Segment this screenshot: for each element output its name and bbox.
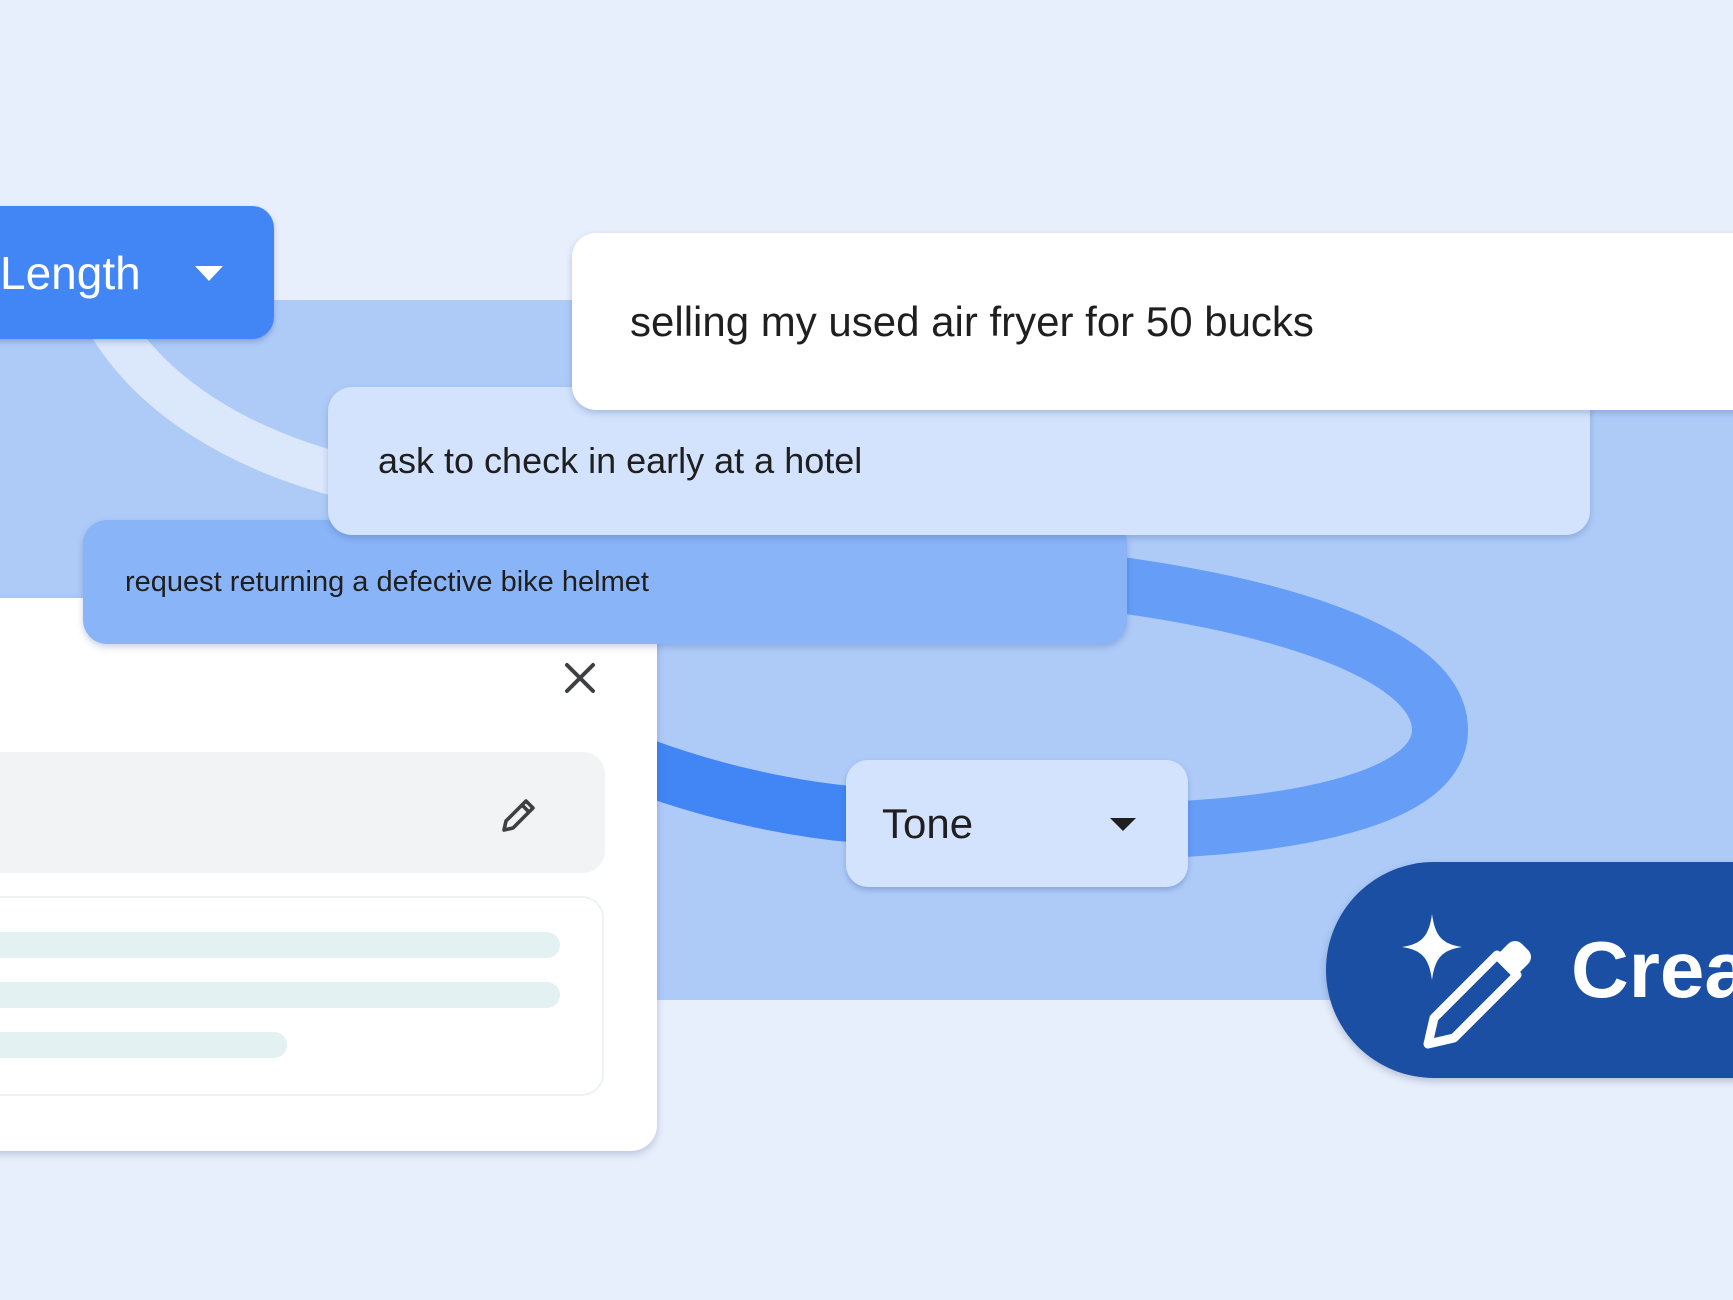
tone-dropdown-label: Tone bbox=[882, 799, 974, 847]
create-button[interactable]: Create bbox=[1326, 862, 1733, 1078]
left-ring-segment bbox=[630, 738, 863, 843]
upper-connector-curve bbox=[91, 313, 365, 502]
placeholder-line bbox=[0, 932, 560, 958]
dropdown-arrow-icon bbox=[195, 266, 223, 281]
prompt-suggestion-text: request returning a defective bike helme… bbox=[125, 565, 649, 598]
help-me-write-panel bbox=[0, 598, 657, 1151]
tone-dropdown[interactable]: Tone bbox=[846, 760, 1188, 887]
length-dropdown[interactable]: Length bbox=[0, 206, 274, 339]
close-button[interactable] bbox=[562, 660, 598, 696]
prompt-input-box[interactable] bbox=[0, 752, 605, 873]
edit-button[interactable] bbox=[496, 792, 542, 838]
prompt-suggestion[interactable]: selling my used air fryer for 50 bucks bbox=[572, 233, 1733, 410]
create-button-label: Create bbox=[1571, 925, 1733, 1014]
pencil-icon bbox=[502, 799, 535, 832]
prompt-suggestion[interactable]: request returning a defective bike helme… bbox=[83, 520, 1127, 644]
sparkle-pencil-icon bbox=[1402, 914, 1531, 1049]
placeholder-line bbox=[0, 1032, 287, 1058]
draft-preview bbox=[0, 896, 604, 1096]
dropdown-arrow-icon bbox=[1110, 818, 1136, 831]
placeholder-line bbox=[0, 982, 560, 1008]
prompt-suggestion-text: selling my used air fryer for 50 bucks bbox=[630, 297, 1314, 345]
prompt-suggestion-text: ask to check in early at a hotel bbox=[378, 440, 863, 481]
illustration-stage: Length request returning a defective bik… bbox=[0, 0, 1733, 1300]
close-icon bbox=[565, 663, 595, 693]
length-dropdown-label: Length bbox=[0, 246, 141, 299]
